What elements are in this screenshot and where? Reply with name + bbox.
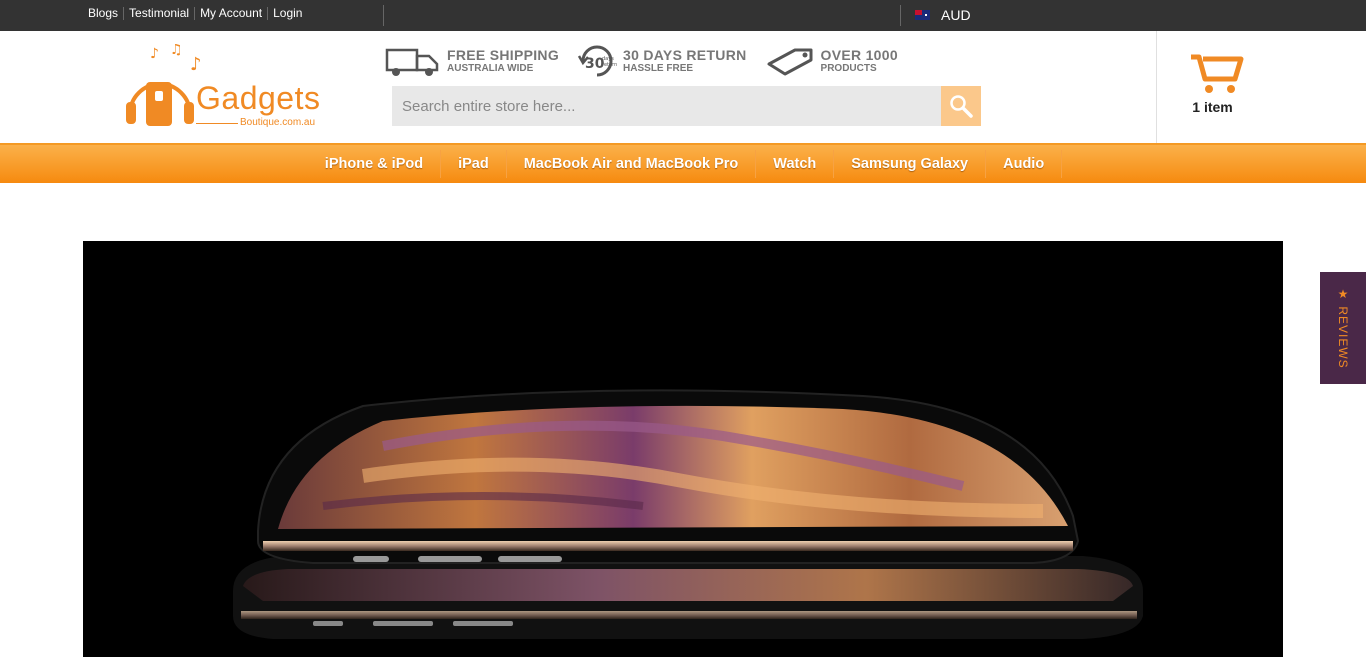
search-bar	[392, 86, 981, 126]
nav-item-iphone-ipod[interactable]: iPhone & iPod	[308, 150, 442, 178]
testimonial-link[interactable]: Testimonial	[123, 7, 194, 20]
truck-icon	[385, 48, 439, 76]
search-button[interactable]	[941, 86, 981, 126]
nav-item-samsung-galaxy[interactable]: Samsung Galaxy	[834, 150, 987, 178]
feature-free-shipping: FREE SHIPPING AUSTRALIA WIDE	[385, 44, 559, 78]
top-bar: Blogs Testimonial My Account Login AUD	[0, 0, 1366, 31]
shopping-cart-icon	[1191, 54, 1244, 93]
blogs-link[interactable]: Blogs	[88, 7, 123, 20]
hero-banner[interactable]	[83, 241, 1283, 657]
login-link[interactable]: Login	[267, 7, 307, 20]
reviews-tab-label: ★ REVIEWS	[1336, 287, 1350, 369]
feature-products: OVER 1000 PRODUCTS	[765, 44, 898, 78]
hero-phone-image	[233, 389, 1143, 639]
feature-title: OVER 1000	[820, 47, 898, 63]
nav-item-watch[interactable]: Watch	[756, 150, 835, 178]
main-nav: iPhone & iPod iPad MacBook Air and MacBo…	[0, 143, 1366, 183]
top-links: Blogs Testimonial My Account Login	[88, 7, 307, 20]
cart-count: 1 item	[1192, 99, 1233, 115]
feature-subtitle: HASSLE FREE	[623, 63, 694, 74]
currency-selector[interactable]: AUD	[915, 7, 971, 23]
nav-item-macbook[interactable]: MacBook Air and MacBook Pro	[507, 150, 757, 178]
svg-text:♪: ♪	[190, 54, 202, 75]
site-logo[interactable]: ♪ ♫ ♪ Gadgets Boutique.com.au	[122, 42, 347, 134]
my-account-link[interactable]: My Account	[194, 7, 267, 20]
search-input[interactable]	[392, 86, 941, 126]
feature-subtitle: PRODUCTS	[820, 63, 877, 74]
logo-subtitle: Boutique.com.au	[240, 117, 316, 128]
nav-item-ipad[interactable]: iPad	[441, 150, 507, 178]
feature-title: FREE SHIPPING	[447, 47, 560, 63]
search-icon	[950, 95, 973, 118]
feature-title: 30 DAYS RETURN	[623, 47, 747, 63]
cart[interactable]: 1 item	[1156, 31, 1366, 143]
svg-text:♫: ♫	[170, 44, 183, 58]
reviews-tab[interactable]: ★ REVIEWS	[1320, 272, 1366, 384]
feature-subtitle: AUSTRALIA WIDE	[447, 63, 534, 74]
top-divider	[383, 5, 384, 26]
logo-name: Gadgets	[196, 80, 321, 116]
top-divider	[900, 5, 901, 26]
return-icon: 30 days return	[577, 45, 617, 77]
tag-icon	[767, 48, 813, 76]
logo-line	[196, 123, 238, 124]
australia-flag-icon	[915, 10, 930, 20]
return-badge-return: return	[602, 62, 617, 68]
nav-item-audio[interactable]: Audio	[986, 150, 1063, 178]
feature-returns: 30 days return 30 DAYS RETURN HASSLE FRE…	[577, 44, 747, 78]
currency-label: AUD	[941, 7, 971, 23]
svg-text:♪: ♪	[150, 46, 159, 62]
feature-strip: FREE SHIPPING AUSTRALIA WIDE 30 days ret…	[385, 44, 916, 78]
